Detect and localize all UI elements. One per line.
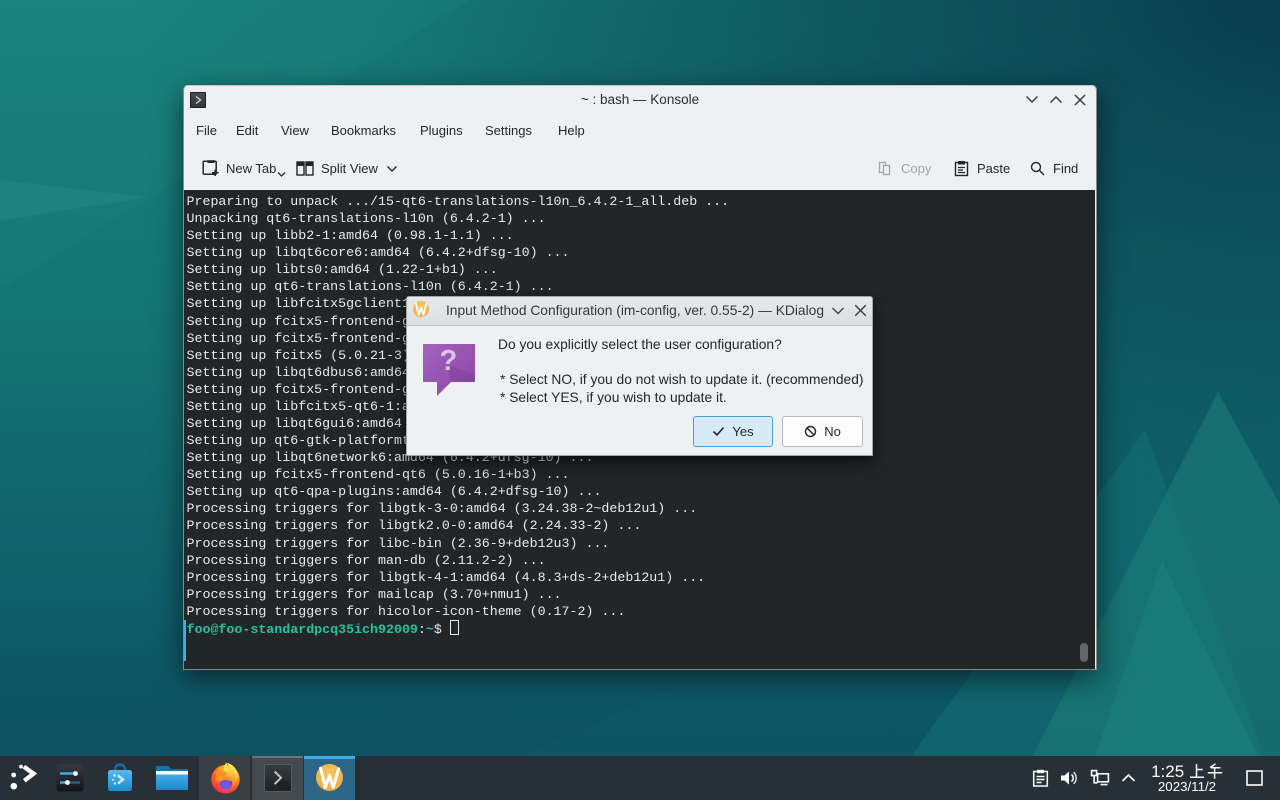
svg-text:?: ? <box>439 345 457 377</box>
